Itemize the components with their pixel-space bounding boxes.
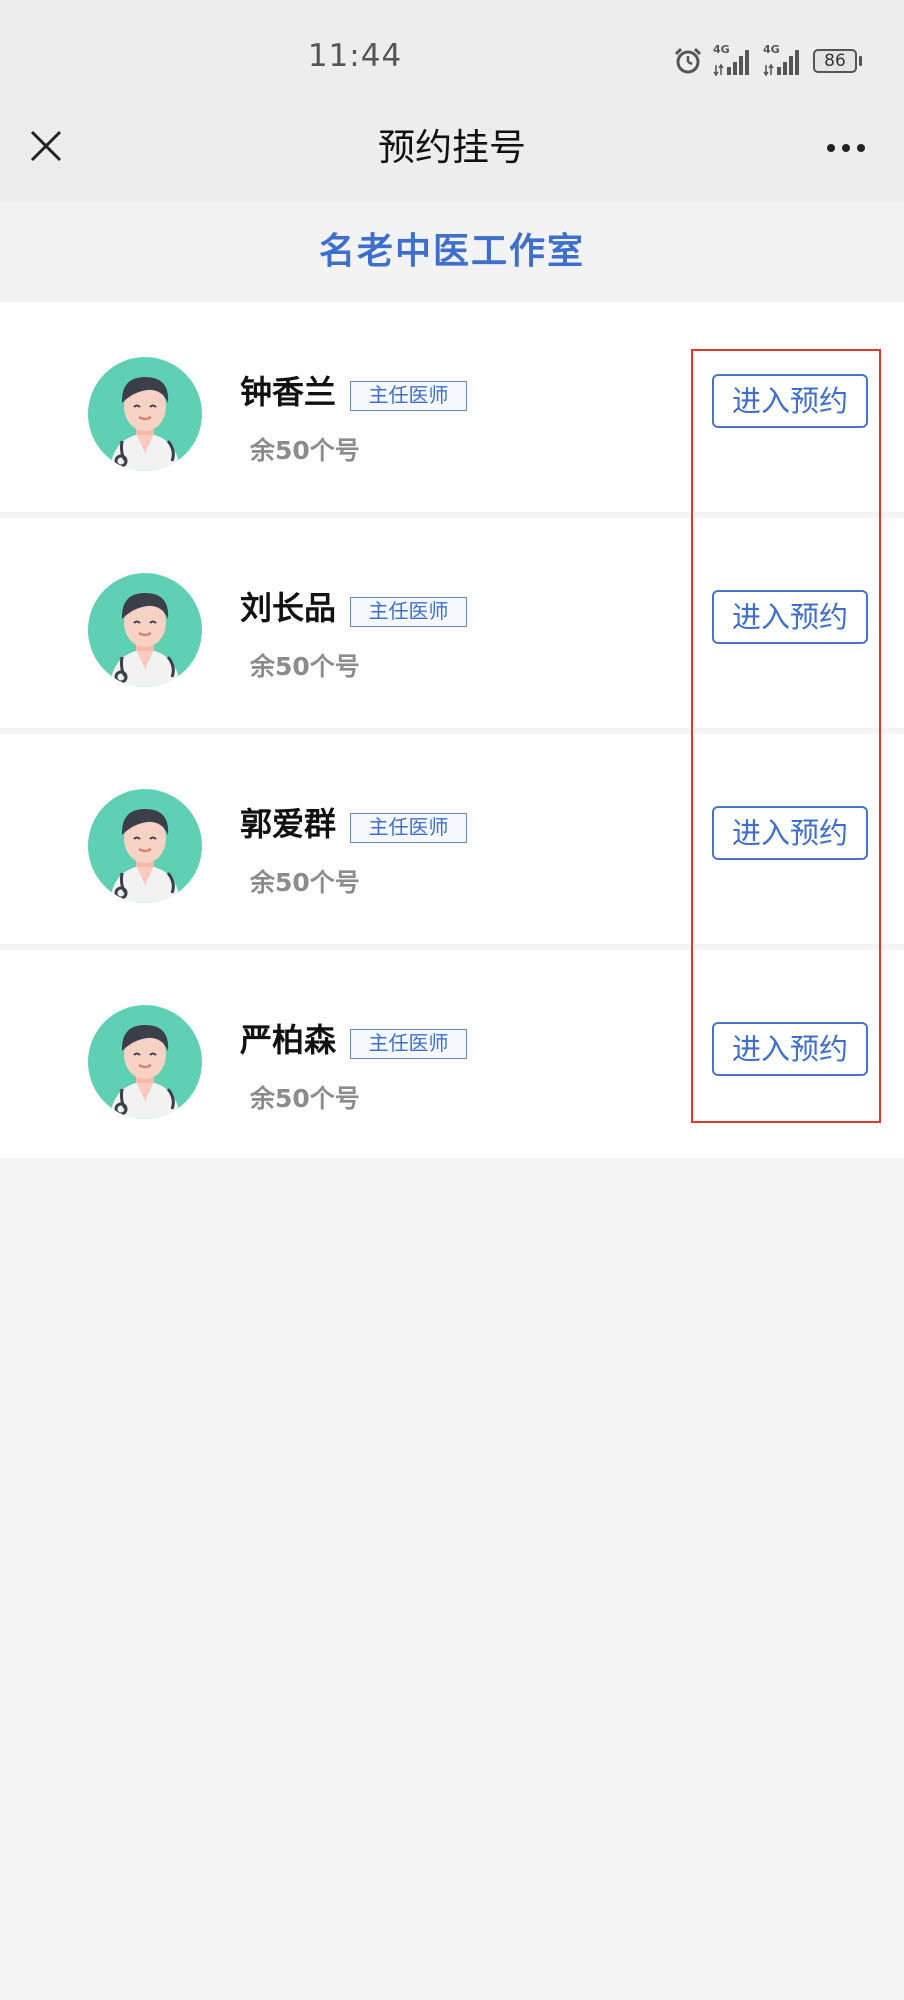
book-button[interactable]: 进入预约 — [712, 590, 868, 644]
doctor-title-badge: 主任医师 — [350, 597, 467, 627]
book-button[interactable]: 进入预约 — [712, 1022, 868, 1076]
battery-icon: 86 — [813, 49, 862, 73]
doctor-title-badge: 主任医师 — [350, 1029, 467, 1059]
status-time: 11:44 — [307, 38, 403, 74]
battery-level: 86 — [813, 49, 857, 73]
doctor-card: 郭爱群 主任医师 余50个号 进入预约 — [0, 734, 904, 944]
studio-title: 名老中医工作室 — [318, 231, 585, 272]
remaining-count: 余50个号 — [250, 652, 360, 681]
remaining-count: 余50个号 — [250, 436, 360, 465]
remaining-count: 余50个号 — [250, 1084, 360, 1113]
doctor-avatar — [88, 357, 202, 471]
signal-icon: 4G — [763, 43, 803, 77]
doctor-avatar — [88, 573, 202, 687]
doctor-list: 钟香兰 主任医师 余50个号 进入预约 刘长品 主任医师 余50个号 进入预约 … — [0, 302, 904, 1158]
signal-icon: 4G — [713, 43, 753, 77]
doctor-card: 严柏森 主任医师 余50个号 进入预约 — [0, 950, 904, 1158]
doctor-name: 严柏森 — [240, 1021, 337, 1059]
more-button[interactable] — [818, 128, 874, 168]
remaining-count: 余50个号 — [250, 868, 360, 897]
status-icons: 4G 4G 86 — [673, 43, 862, 78]
status-bar: 11:44 4G 4G 86 — [0, 0, 904, 120]
doctor-avatar — [88, 1005, 202, 1119]
nav-bar: 预约挂号 — [0, 120, 904, 202]
doctor-name: 郭爱群 — [240, 805, 337, 843]
alarm-icon — [674, 47, 702, 74]
book-button[interactable]: 进入预约 — [712, 806, 868, 860]
page-title: 预约挂号 — [378, 126, 526, 169]
studio-header: 名老中医工作室 — [0, 202, 904, 302]
doctor-name: 钟香兰 — [240, 373, 337, 411]
doctor-name: 刘长品 — [240, 589, 337, 627]
doctor-title-badge: 主任医师 — [350, 381, 467, 411]
more-icon — [827, 144, 835, 152]
doctor-avatar — [88, 789, 202, 903]
doctor-card: 刘长品 主任医师 余50个号 进入预约 — [0, 518, 904, 728]
doctor-title-badge: 主任医师 — [350, 813, 467, 843]
doctor-card: 钟香兰 主任医师 余50个号 进入预约 — [0, 302, 904, 512]
book-button[interactable]: 进入预约 — [712, 374, 868, 428]
